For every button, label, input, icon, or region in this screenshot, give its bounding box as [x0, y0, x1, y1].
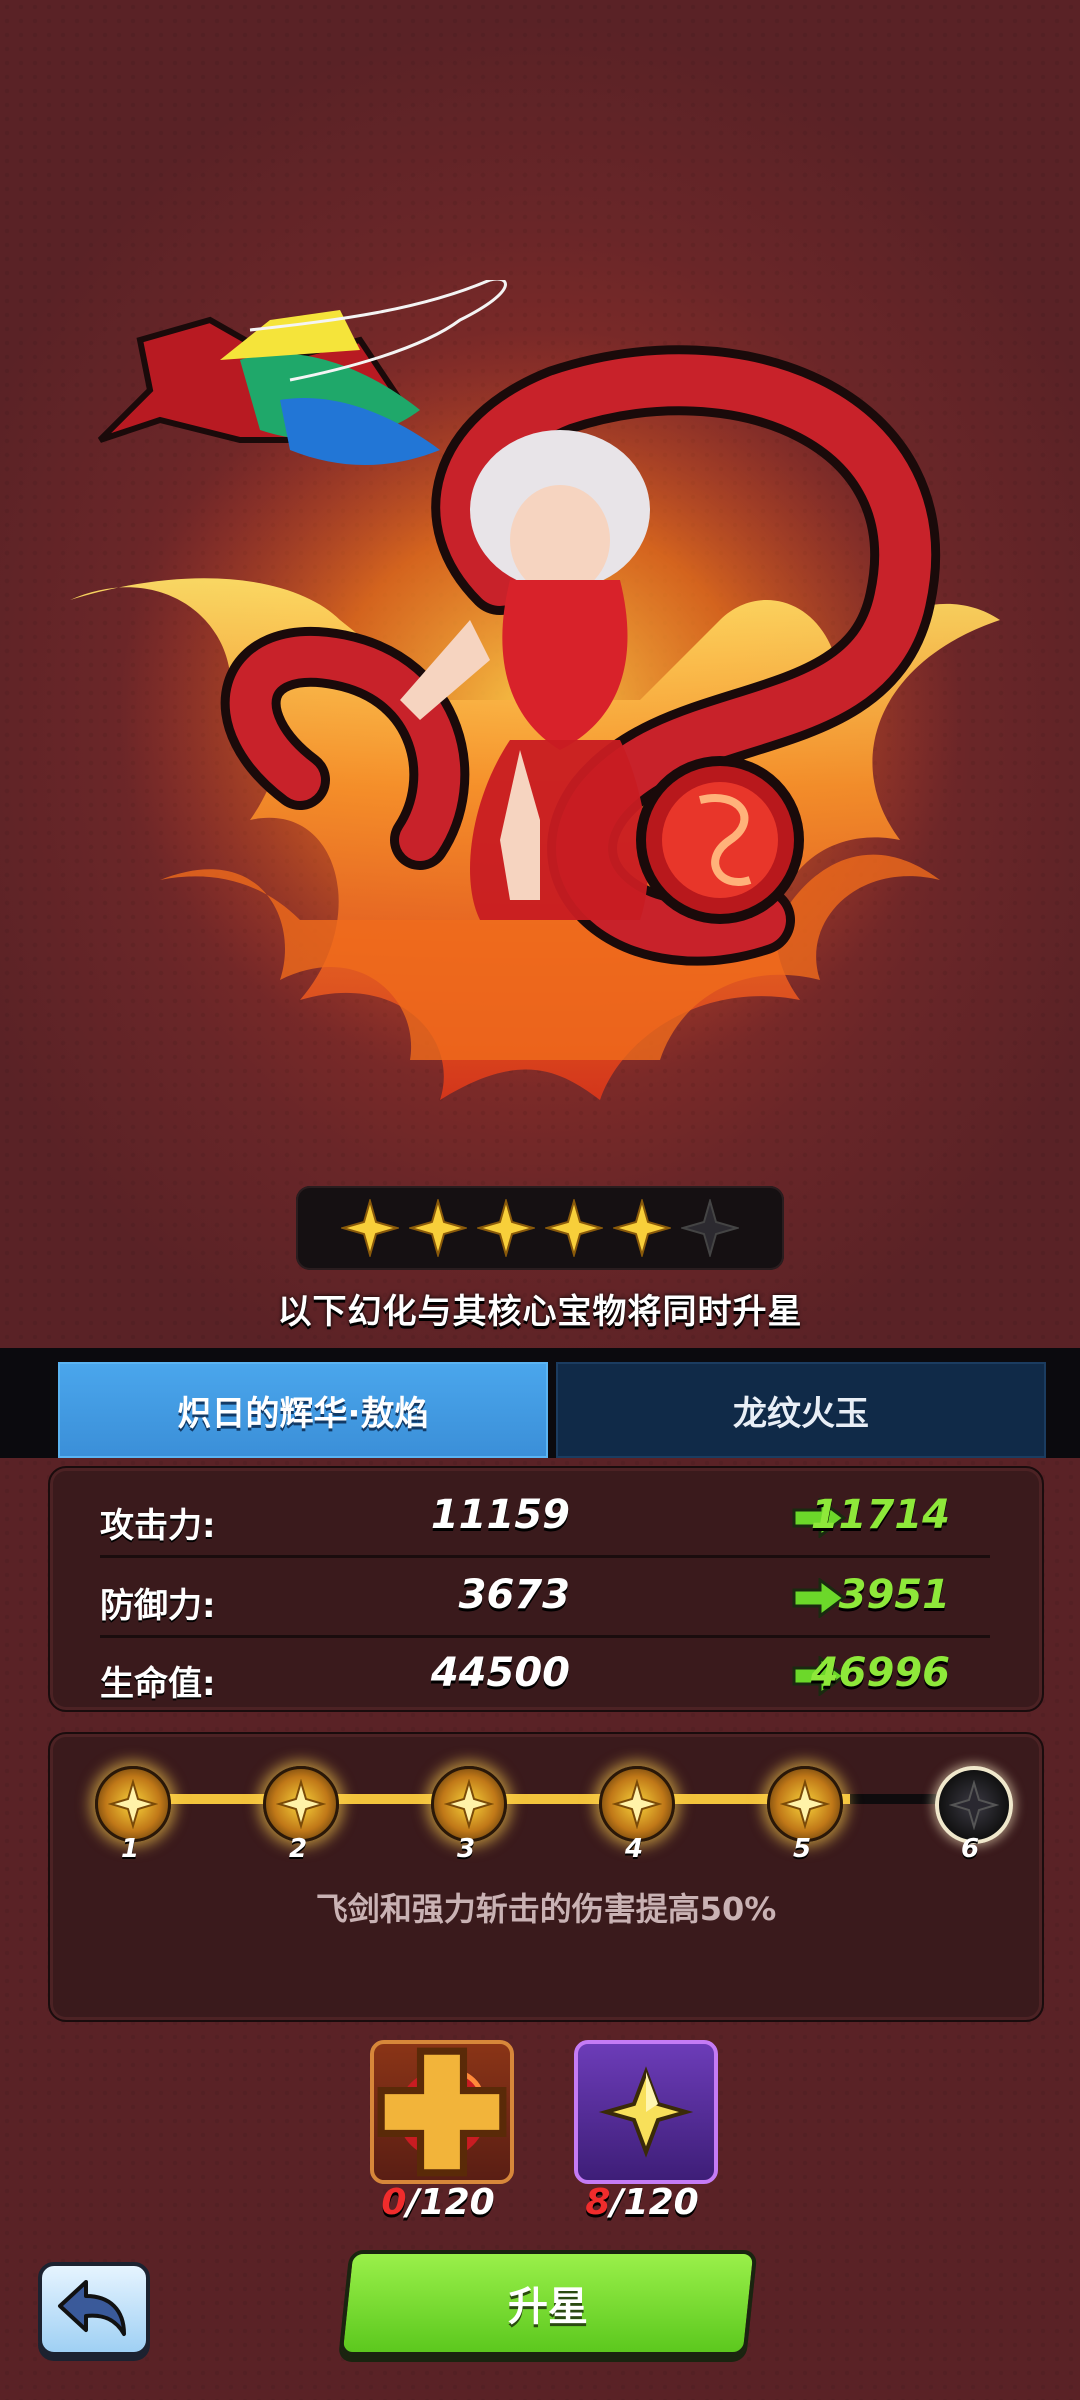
material-star-shard[interactable]: [574, 2040, 718, 2184]
star-node-number: 6: [960, 1834, 980, 1864]
back-button[interactable]: [38, 2262, 150, 2356]
star-node[interactable]: [767, 1766, 843, 1842]
star-node[interactable]: [599, 1766, 675, 1842]
stat-label: 攻击力:: [100, 1506, 216, 1546]
star-filled-icon: [409, 1199, 467, 1257]
stat-row-attack: 攻击力: 11159 11714: [100, 1478, 990, 1558]
star-filled-icon: [477, 1199, 535, 1257]
star-node[interactable]: [263, 1766, 339, 1842]
star-progression-panel: 飞剑和强力斩击的伤害提高50% 1 2 3 4 5 6: [48, 1732, 1044, 2022]
star-node-number: 2: [288, 1834, 308, 1864]
star-node-number: 3: [456, 1834, 476, 1864]
star-rating: [296, 1186, 784, 1270]
stat-current: 44500: [430, 1650, 570, 1696]
star-node-number: 5: [792, 1834, 812, 1864]
stat-row-hp: 生命值: 44500 46996: [100, 1636, 990, 1716]
star-node[interactable]: [935, 1766, 1013, 1844]
star-bonus-description: 飞剑和强力斩击的伤害提高50%: [315, 1890, 777, 1928]
star-node[interactable]: [431, 1766, 507, 1842]
tab-treasure[interactable]: 龙纹火玉: [556, 1362, 1046, 1458]
upgrade-star-label: 升星: [508, 2284, 588, 2330]
star-node[interactable]: [95, 1766, 171, 1842]
star-empty-icon: [949, 1780, 999, 1830]
count-need: /120: [610, 2182, 699, 2223]
star-filled-icon: [276, 1779, 326, 1829]
count-have: 0: [381, 2182, 407, 2223]
star-node-number: 4: [624, 1834, 644, 1864]
star-filled-icon: [612, 1779, 662, 1829]
star-node-number: 1: [120, 1834, 140, 1864]
count-need: /120: [406, 2182, 495, 2223]
back-arrow-icon: [58, 2280, 126, 2336]
material-count-dragon-jade: 0/120: [338, 2182, 538, 2223]
star-filled-icon: [545, 1199, 603, 1257]
upgrade-star-button[interactable]: 升星: [338, 2250, 758, 2356]
hero-illustration: [70, 280, 1000, 1100]
material-count-star-shard: 8/120: [542, 2182, 742, 2223]
stat-row-defense: 防御力: 3673 3951: [100, 1558, 990, 1638]
count-have: 8: [585, 2182, 611, 2223]
stat-next: 3951: [838, 1572, 950, 1618]
stats-panel: 攻击力: 11159 11714 防御力: 3673 3951 生命值: 445…: [48, 1466, 1044, 1712]
star-filled-icon: [780, 1779, 830, 1829]
stat-label: 生命值:: [100, 1664, 216, 1704]
upgrade-notice: 以下幻化与其核心宝物将同时升星: [277, 1292, 803, 1332]
tab-bar: 炽日的辉华·敖焰 龙纹火玉: [0, 1348, 1080, 1458]
arrow-right-icon: [792, 1578, 846, 1618]
stat-next: 46996: [810, 1650, 950, 1696]
star-filled-icon: [108, 1779, 158, 1829]
star-filled-icon: [613, 1199, 671, 1257]
stat-label: 防御力:: [100, 1586, 216, 1626]
tab-illusion[interactable]: 炽日的辉华·敖焰: [58, 1362, 548, 1458]
add-plus-icon: [377, 2047, 507, 2177]
material-dragon-jade[interactable]: [370, 2040, 514, 2184]
star-filled-icon: [444, 1779, 494, 1829]
stat-current: 11159: [430, 1492, 570, 1538]
star-empty-icon: [681, 1199, 739, 1257]
stat-next: 11714: [810, 1492, 950, 1538]
star-shard-icon: [598, 2066, 694, 2158]
star-filled-icon: [341, 1199, 399, 1257]
stat-current: 3673: [458, 1572, 570, 1618]
